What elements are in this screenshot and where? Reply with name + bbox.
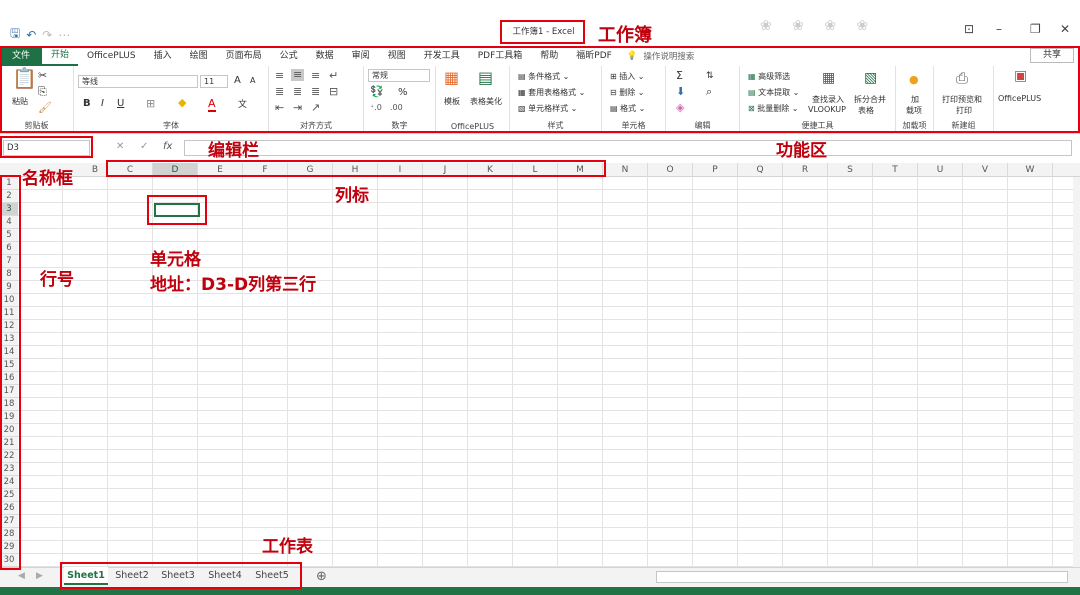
column-header[interactable]: U <box>918 163 963 177</box>
ribbon-display-icon[interactable]: ⊡ <box>964 22 974 36</box>
column-header[interactable]: P <box>693 163 738 177</box>
cell-box <box>147 195 207 225</box>
formula-input[interactable] <box>184 140 1072 156</box>
annotation-workbook: 工作簿 <box>598 25 652 46</box>
annotation-sheet: 工作表 <box>262 537 313 557</box>
next-sheet-icon[interactable]: ▶ <box>36 571 43 581</box>
prev-sheet-icon[interactable]: ◀ <box>18 571 25 581</box>
column-header[interactable]: T <box>873 163 918 177</box>
row-label-box <box>0 175 21 570</box>
annotation-cell-address: 地址：D3-D列第三行 <box>150 275 317 295</box>
column-header[interactable]: R <box>783 163 828 177</box>
undo-icon[interactable]: ↶ <box>26 28 36 42</box>
cell-grid[interactable] <box>18 177 1073 567</box>
close-icon[interactable]: ✕ <box>1060 22 1070 36</box>
minimize-icon[interactable]: – <box>996 22 1002 36</box>
vertical-scrollbar[interactable] <box>1073 177 1080 567</box>
column-header[interactable]: V <box>963 163 1008 177</box>
annotation-ribbon: 功能区 <box>776 141 827 161</box>
save-icon[interactable]: 🖫 <box>10 24 20 45</box>
horizontal-scrollbar[interactable] <box>656 571 1068 583</box>
annotation-column-label: 列标 <box>335 186 369 206</box>
restore-icon[interactable]: ❐ <box>1030 22 1041 36</box>
column-header[interactable]: O <box>648 163 693 177</box>
insert-function-icon[interactable]: fx <box>163 141 172 152</box>
enter-icon[interactable]: ✓ <box>140 141 148 152</box>
annotation-row-label: 行号 <box>40 270 74 290</box>
column-header[interactable]: B <box>83 163 108 177</box>
column-header[interactable]: Q <box>738 163 783 177</box>
new-sheet-icon[interactable]: ⊕ <box>316 569 327 584</box>
redo-icon[interactable]: ↷ <box>42 28 52 42</box>
cancel-icon[interactable]: ✕ <box>116 141 124 152</box>
annotation-cell: 单元格 <box>150 250 201 270</box>
workbook-box <box>500 20 585 44</box>
annotation-formula-bar: 编辑栏 <box>208 141 259 161</box>
column-header[interactable]: S <box>828 163 873 177</box>
sheet-box <box>60 562 302 589</box>
annotation-name-box: 名称框 <box>22 169 73 189</box>
ribbon-box <box>0 46 1080 133</box>
column-header[interactable]: N <box>603 163 648 177</box>
name-box-outline <box>0 136 93 158</box>
column-label-box <box>106 160 606 177</box>
quick-access-toolbar: 🖫 ↶ ↷ ⋯ <box>10 24 70 45</box>
customize-qat-icon[interactable]: ⋯ <box>58 28 70 42</box>
column-header[interactable]: W <box>1008 163 1053 177</box>
